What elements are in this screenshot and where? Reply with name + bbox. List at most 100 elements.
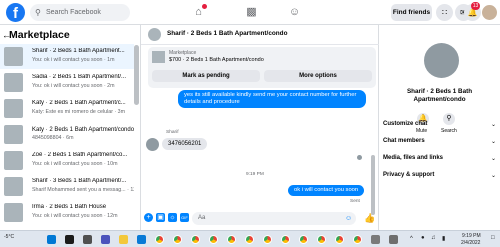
chrome-icon[interactable] [335,235,344,244]
profile-avatar[interactable] [482,5,497,20]
listing-thumbnail [4,177,23,196]
weather-temp[interactable]: -5°C [4,234,14,240]
search-taskbar-icon[interactable] [65,235,74,244]
chrome-icon[interactable] [209,235,218,244]
info-row[interactable]: Customize chat ⌄ [383,121,496,128]
chrome-icon[interactable] [173,235,182,244]
composer: + ▣ ☼ GIF Aa ☺ 👍 [141,209,379,230]
info-row-label: Chat members [383,138,425,144]
conversation-info-panel: Sharif · 2 Beds 1 Bath Apartment/condo 🔔… [379,25,500,230]
app-icon[interactable] [371,235,380,244]
conversation-item[interactable]: Sharif · 2 Beds 1 Bath Apartment... You: … [0,44,134,69]
listing-thumbnail [4,47,23,66]
sender-name: Sharif [166,130,179,135]
conversation-title: Zoë · 2 Beds 1 Bath Apartment/co... [32,152,128,158]
chat-scrollbar[interactable] [371,155,375,215]
chrome-icon[interactable] [263,235,272,244]
outgoing-message: ok i will contact you soon [288,185,365,196]
chrome-icon[interactable] [155,235,164,244]
conversation-item[interactable]: Sadia · 2 Beds 1 Bath Apartment/... You: … [0,70,134,95]
conversation-preview: Katy: Este es mi romero de celular · 3m [32,109,126,115]
clock-date[interactable]: 2/4/2022 [461,240,480,246]
gif-icon[interactable]: GIF [180,213,189,222]
timestamp: 9:19 PM [246,172,264,177]
emoji-icon[interactable]: ☺ [345,215,352,222]
thumbs-up-icon[interactable]: 👍 [364,213,375,224]
edge-icon[interactable] [137,235,146,244]
top-bar: f ⚲ Search Facebook ⌂ ▩ ☺ Find friends ∷… [0,0,500,25]
chrome-icon[interactable] [227,235,236,244]
listing-price[interactable]: $700 · 2 Beds 1 Bath Apartment/condo [169,57,264,63]
listing-thumbnail[interactable] [152,51,165,63]
chat-avatar[interactable] [148,28,161,41]
conversation-preview: 4845098804 · 6m [32,135,74,141]
task-view-icon[interactable] [83,235,92,244]
conversation-preview: Sharif Mohammed sent you a messag... · 1… [32,187,134,193]
marketplace-icon[interactable]: ▩ [244,5,259,19]
chrome-icon[interactable] [299,235,308,244]
search-label: Search [441,128,457,134]
conversation-item[interactable]: Sharif · 3 Beds 1 Bath Apartment/... Shar… [0,174,134,199]
clock-time[interactable]: 9:19 PM [462,233,481,239]
conversation-title: Sharif · 2 Beds 1 Bath Apartment... [32,48,125,54]
sticker-icon[interactable]: ☼ [168,213,177,222]
chevron-down-icon: ⌄ [490,122,496,128]
marketplace-title: Marketplace [9,29,70,41]
conversation-title: Sharif · 3 Beds 1 Bath Apartment/... [32,178,127,184]
info-row-label: Customize chat [383,121,428,127]
find-friends-button[interactable]: Find friends [391,4,432,21]
search-input[interactable]: ⚲ Search Facebook [30,4,130,21]
incoming-message: 3476056201 [162,138,208,150]
chevron-down-icon: ⌄ [490,173,496,179]
conversation-preview: You: ok i will contact you soon · 10m [32,161,118,167]
chrome-icon[interactable] [353,235,362,244]
conversation-avatar[interactable] [424,43,459,78]
mark-pending-button[interactable]: Mark as pending [152,70,260,82]
home-notification-dot [202,4,207,9]
conversation-item[interactable]: Zoë · 2 Beds 1 Bath Apartment/co... You: … [0,148,134,173]
message-input[interactable]: Aa [192,212,356,225]
conversation-preview: You: ok i will contact you soon · 2m [32,83,115,89]
search-icon: ⚲ [35,8,41,17]
windows-start-icon[interactable] [47,235,56,244]
tray-chevron-icon[interactable]: ^ [410,236,413,242]
volume-icon[interactable]: ♫ [431,235,436,241]
notification-center-icon[interactable]: □ [491,235,495,241]
outgoing-message: yes its still available kindly send me y… [178,90,366,108]
wifi-icon[interactable]: ● [421,235,425,241]
image-icon[interactable]: ▣ [156,213,165,222]
chrome-icon[interactable] [191,235,200,244]
listing-thumbnail [4,203,23,222]
conversation-item[interactable]: Irma · 2 Beds 1 Bath House You: ok i will… [0,200,134,225]
battery-icon[interactable]: ▮ [442,235,445,242]
conversation-item[interactable]: Katy · 2 Beds 1 Bath Apartment/condo 2 ·… [0,122,134,147]
conversation-item[interactable]: Katy · 2 Beds 1 Bath Apartment/c... Katy:… [0,96,134,121]
app-icon[interactable] [389,235,398,244]
chrome-icon[interactable] [317,235,326,244]
info-row[interactable]: Media, files and links ⌄ [383,155,496,162]
file-explorer-icon[interactable] [119,235,128,244]
groups-icon[interactable]: ☺ [287,5,302,19]
conversation-title: Sadia · 2 Beds 1 Bath Apartment/... [32,74,127,80]
chrome-icon[interactable] [245,235,254,244]
conversation-title: Katy · 2 Beds 1 Bath Apartment/condo 2 ·… [32,127,134,133]
more-options-button[interactable]: More options [264,70,372,82]
windows-taskbar: -5°C ^ ● ♫ ▮ 9:19 PM 2/4/2022 □ [0,230,500,247]
conversation-preview: You: ok i will contact you soon · 12m [32,213,118,219]
info-row-label: Media, files and links [383,155,444,161]
plus-icon[interactable]: + [144,213,153,222]
chevron-down-icon: ⌄ [490,139,496,145]
info-row[interactable]: Privacy & support ⌄ [383,172,496,179]
chat-title[interactable]: Sharif · 2 Beds 1 Bath Apartment/condo [167,30,288,37]
teams-icon[interactable] [101,235,110,244]
inbox-scrollbar[interactable] [134,45,139,105]
facebook-logo-icon[interactable]: f [6,3,25,22]
listing-thumbnail [4,151,23,170]
conversation-preview: You: ok i will contact you soon · 1m [32,57,115,63]
menu-grid-icon[interactable]: ∷ [436,4,453,21]
info-row[interactable]: Chat members ⌄ [383,138,496,145]
notification-badge: 13 [471,2,480,10]
sender-avatar [146,138,159,151]
marketplace-inbox: ← Marketplace Sharif · 2 Beds 1 Bath Apa… [0,25,141,230]
chrome-icon[interactable] [281,235,290,244]
